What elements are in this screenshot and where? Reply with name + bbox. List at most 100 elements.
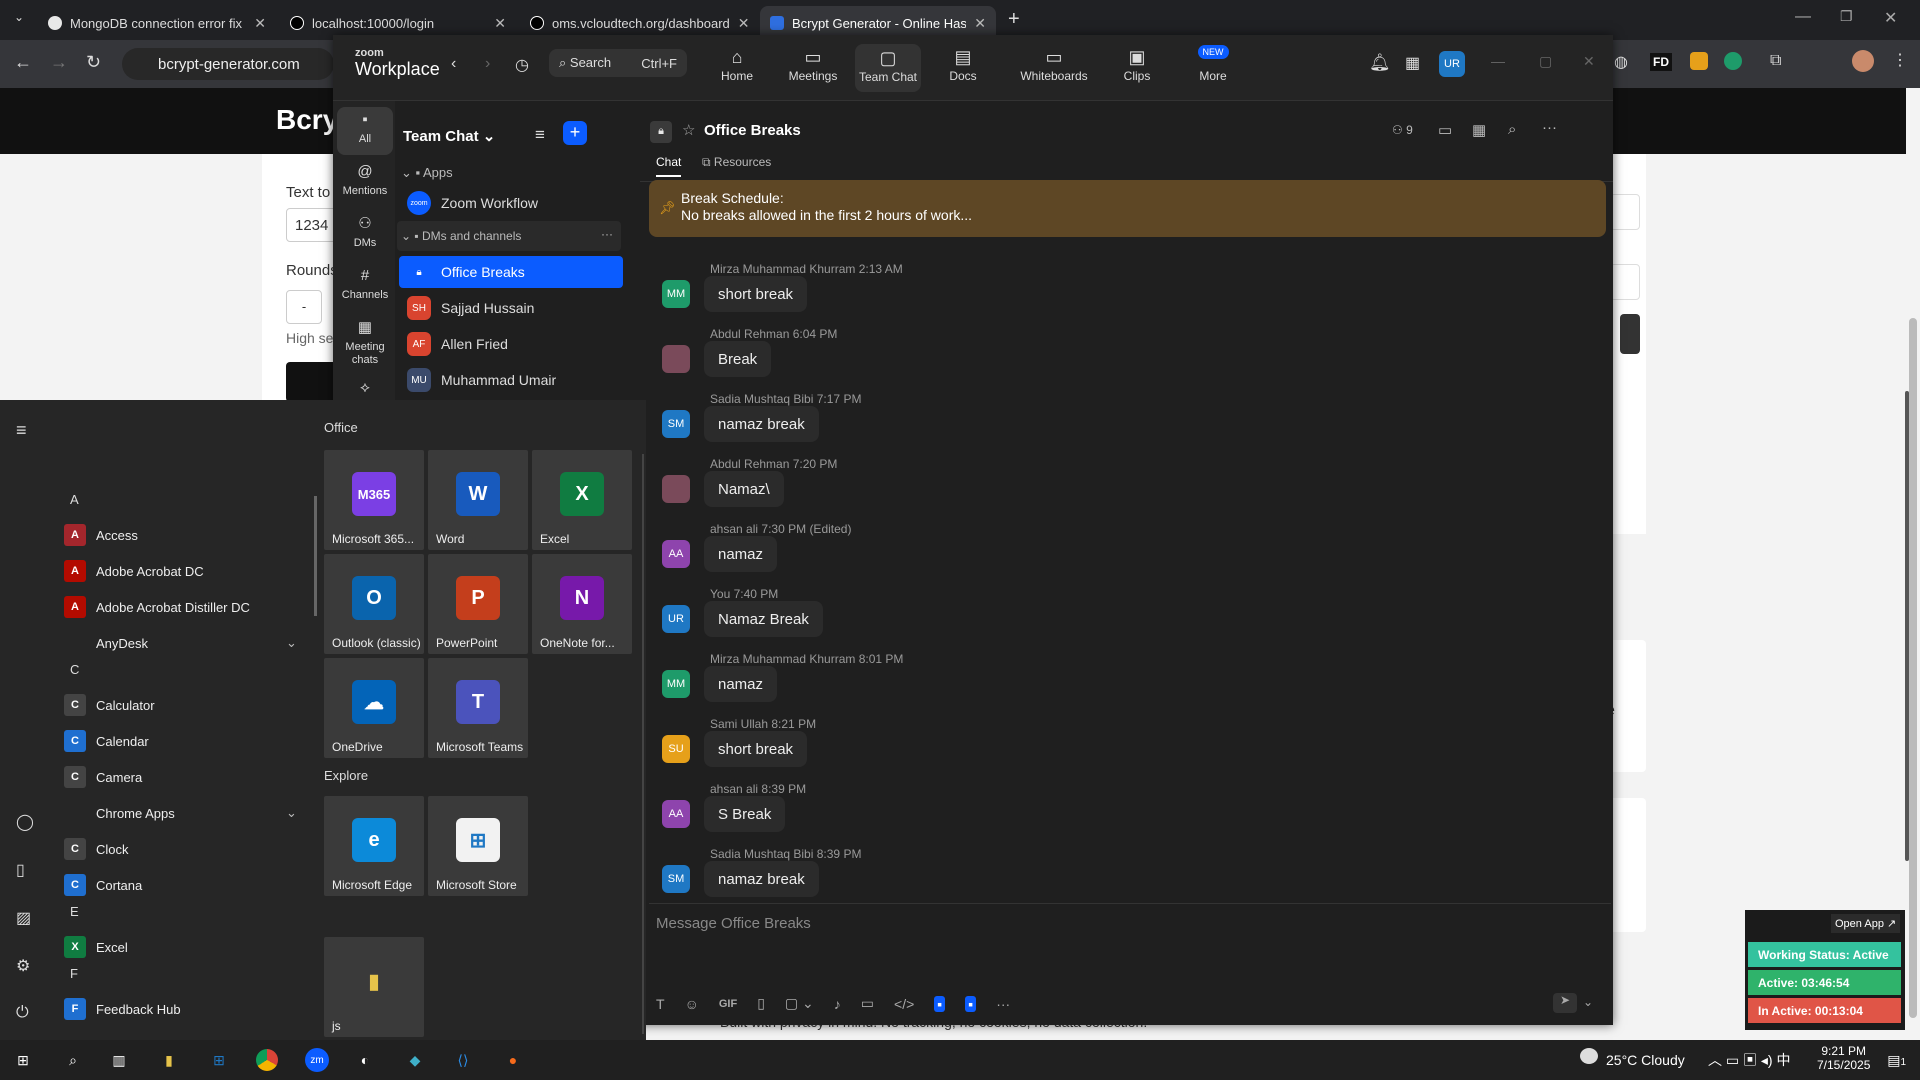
close-window-icon[interactable]: ✕ xyxy=(1884,8,1897,28)
message-bubble[interactable]: short break xyxy=(704,731,808,767)
send-button[interactable]: ➤ xyxy=(1553,993,1577,1013)
user-icon[interactable]: ◯ xyxy=(16,812,34,832)
globe-icon[interactable]: ◍ xyxy=(1614,52,1628,72)
nav-team-chat[interactable]: ▢ Team Chat xyxy=(855,44,921,92)
maximize-icon[interactable]: ▢ xyxy=(1539,53,1552,70)
app-list-item[interactable]: A Adobe Acrobat Distiller DC xyxy=(64,590,250,624)
avatar[interactable]: AA xyxy=(662,540,690,568)
message-item[interactable]: AA ahsan ali 7:30 PM (Edited) namaz xyxy=(662,522,1562,584)
format-icon[interactable]: T xyxy=(656,996,665,1012)
avatar[interactable]: MM xyxy=(662,670,690,698)
new-tab-icon[interactable]: + xyxy=(1008,8,1020,31)
windows-start-icon[interactable]: ⊞ xyxy=(6,1046,40,1074)
letter-header[interactable]: F xyxy=(70,966,78,981)
app-icon[interactable]: ◆ xyxy=(398,1046,432,1074)
menu-icon[interactable]: ⋮ xyxy=(1892,50,1908,70)
tile-word[interactable]: W Word xyxy=(428,450,528,550)
calendar-icon[interactable]: ▦ xyxy=(1472,121,1486,139)
more-icon[interactable]: ··· xyxy=(601,227,613,241)
documents-icon[interactable]: ▯ xyxy=(16,860,25,880)
close-icon[interactable]: ✕ xyxy=(974,15,986,32)
app-list-item[interactable]: X Excel xyxy=(64,930,128,964)
close-icon[interactable]: ✕ xyxy=(1583,53,1595,70)
message-item[interactable]: AA ahsan ali 8:39 PM S Break xyxy=(662,782,1562,844)
restore-icon[interactable]: ❐ xyxy=(1840,8,1853,25)
search-icon[interactable]: ⌕ xyxy=(56,1046,90,1074)
history-icon[interactable]: ◷ xyxy=(515,55,529,75)
tab-mongodb[interactable]: MongoDB connection error fix ✕ xyxy=(38,6,276,40)
pinned-banner[interactable]: 📌︎ Break Schedule: No breaks allowed in … xyxy=(649,180,1606,237)
minimize-icon[interactable]: — xyxy=(1795,8,1811,26)
nav-more[interactable]: NEW More xyxy=(1183,45,1243,83)
tab-chat[interactable]: Chat xyxy=(656,155,682,177)
avatar[interactable] xyxy=(662,475,690,503)
tile-powerpoint[interactable]: P PowerPoint xyxy=(428,554,528,654)
hamburger-icon[interactable]: ≡ xyxy=(16,420,27,441)
app-list-item[interactable]: C Camera xyxy=(64,760,142,794)
code-icon[interactable]: </> xyxy=(894,996,914,1012)
app-icon-2[interactable]: ▪ xyxy=(965,995,977,1012)
letter-header[interactable]: C xyxy=(70,662,79,677)
tray-icons[interactable]: ︿ ▭ ▣ ◂) 中 xyxy=(1708,1050,1790,1070)
extension-icon[interactable] xyxy=(1724,52,1742,70)
message-bubble[interactable]: namaz break xyxy=(704,406,819,442)
app-list-scrollbar[interactable] xyxy=(314,496,317,616)
tile-microsoft-teams[interactable]: T Microsoft Teams xyxy=(428,658,528,758)
message-item[interactable]: MM Mirza Muhammad Khurram 8:01 PM namaz xyxy=(662,652,1562,714)
message-bubble[interactable]: Break xyxy=(704,341,772,377)
chat-scrollbar[interactable] xyxy=(1905,391,1909,861)
dm-section[interactable]: ⌄ ▪ DMs and channels ··· xyxy=(397,221,621,251)
rail-meeting-chats[interactable]: ▦ Meeting chats xyxy=(337,315,393,371)
gif-button[interactable]: GIF xyxy=(719,998,737,1010)
video-message-icon[interactable]: ▭ xyxy=(861,995,874,1012)
avatar[interactable]: AA xyxy=(662,800,690,828)
app-list-item[interactable]: C Calculator xyxy=(64,688,155,722)
rounds-decrement[interactable]: - xyxy=(286,290,322,324)
app-list-item[interactable]: AnyDesk ⌄ xyxy=(64,626,297,660)
notification-icon[interactable]: ▤1 xyxy=(1887,1052,1906,1069)
team-chat-title[interactable]: Team Chat ⌄ xyxy=(403,127,495,145)
channel-title[interactable]: Office Breaks xyxy=(704,122,801,139)
rail-channels[interactable]: # Channels xyxy=(337,263,393,311)
power-icon[interactable]: ⏻ xyxy=(16,1004,29,1022)
letter-header[interactable]: A xyxy=(70,492,79,507)
more-icon[interactable]: ··· xyxy=(1542,119,1557,136)
star-icon[interactable]: ☆ xyxy=(682,121,695,139)
message-bubble[interactable]: S Break xyxy=(704,796,786,832)
message-input[interactable]: Message Office Breaks xyxy=(656,915,811,932)
members-count[interactable]: ⚇ 9 xyxy=(1392,123,1413,137)
avatar[interactable]: UR xyxy=(662,605,690,633)
tile-excel[interactable]: X Excel xyxy=(532,450,632,550)
new-chat-button[interactable]: + xyxy=(563,121,587,145)
message-item[interactable]: MM Mirza Muhammad Khurram 2:13 AM short b… xyxy=(662,262,1562,324)
message-item[interactable]: SU Sami Ullah 8:21 PM short break xyxy=(662,717,1562,779)
chevron-down-icon[interactable]: ⌄ xyxy=(286,805,297,821)
message-bubble[interactable]: namaz xyxy=(704,666,778,702)
app-list-item[interactable]: F Feedback Hub xyxy=(64,992,181,1026)
profile-avatar[interactable] xyxy=(1852,50,1874,72)
list-item-allen[interactable]: AF Allen Fried xyxy=(399,328,623,360)
extension-icon[interactable] xyxy=(1690,52,1708,70)
message-item[interactable]: SM Sadia Mushtaq Bibi 7:17 PM namaz break xyxy=(662,392,1562,454)
calendar-icon[interactable]: ▦ xyxy=(1405,53,1420,73)
url-field[interactable]: bcrypt-generator.com xyxy=(122,48,334,80)
avatar[interactable]: SM xyxy=(662,410,690,438)
emoji-icon[interactable]: ☺ xyxy=(685,996,699,1012)
message-item[interactable]: Abdul Rehman 7:20 PM Namaz\ xyxy=(662,457,1562,519)
back-icon[interactable]: ← xyxy=(14,52,32,73)
nav-meetings[interactable]: ▭ Meetings xyxy=(783,47,843,83)
message-item[interactable]: UR You 7:40 PM Namaz Break xyxy=(662,587,1562,649)
minimize-icon[interactable]: — xyxy=(1491,53,1505,69)
app-list-item[interactable]: Chrome Apps ⌄ xyxy=(64,796,297,830)
close-icon[interactable]: ✕ xyxy=(254,15,266,32)
app-icon-1[interactable]: ▪ xyxy=(934,995,946,1012)
video-icon[interactable]: ▭ xyxy=(1438,121,1452,139)
message-bubble[interactable]: namaz xyxy=(704,536,778,572)
message-bubble[interactable]: Namaz Break xyxy=(704,601,823,637)
search-icon[interactable]: ⌕ xyxy=(1508,121,1516,138)
avatar[interactable] xyxy=(662,345,690,373)
send-options-icon[interactable]: ⌄ xyxy=(1583,995,1593,1009)
weather-text[interactable]: 25°C Cloudy xyxy=(1606,1052,1685,1068)
list-item-zoom-workflow[interactable]: zoom Zoom Workflow xyxy=(399,187,623,219)
back-icon[interactable]: ‹ xyxy=(451,55,456,73)
